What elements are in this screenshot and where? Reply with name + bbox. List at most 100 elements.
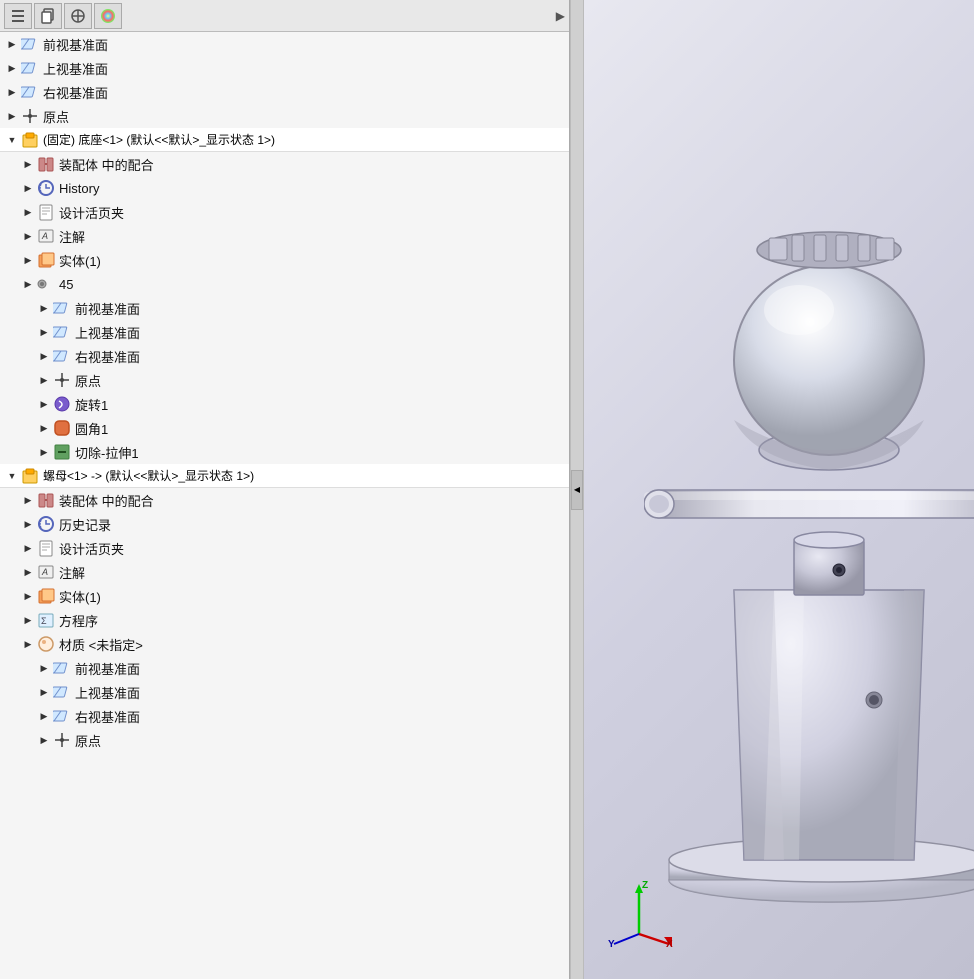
toolbar: ▶ [0, 0, 569, 32]
expand-arrow-right-plane-1[interactable]: ▶ [4, 84, 20, 100]
tree-item-design-binder-1[interactable]: ▶设计活页夹 [0, 200, 569, 224]
tree-item-cut-1[interactable]: ▶切除-拉伸1 [0, 440, 569, 464]
expand-arrow-front-plane-3[interactable]: ▶ [36, 660, 52, 676]
tree-item-annotation-2[interactable]: ▶A注解 [0, 560, 569, 584]
tree-item-front-plane-1[interactable]: ▶前视基准面 [0, 32, 569, 56]
expand-arrow-nut-component[interactable]: ▼ [4, 468, 20, 484]
expand-arrow-top-plane-2[interactable]: ▶ [36, 324, 52, 340]
tree-item-top-plane-3[interactable]: ▶ 上视基准面 [0, 680, 569, 704]
expand-arrow-equation-1[interactable]: ▶ [20, 612, 36, 628]
expand-arrow-annotation-1[interactable]: ▶ [20, 228, 36, 244]
expand-arrow-mates-2[interactable]: ▶ [20, 492, 36, 508]
solid-icon-solid-1 [36, 250, 56, 270]
material-icon-material-1 [36, 634, 56, 654]
plane-icon-right-plane-1 [20, 82, 40, 102]
tree-item-front-plane-2[interactable]: ▶前视基准面 [0, 296, 569, 320]
tree-label-material-1: 材质 <未指定> [59, 635, 565, 654]
toolbar-color-btn[interactable] [94, 3, 122, 29]
expand-arrow-num-45[interactable]: ▶ [20, 276, 36, 292]
expand-arrow-solid-2[interactable]: ▶ [20, 588, 36, 604]
expand-arrow-origin-1[interactable]: ▶ [4, 108, 20, 124]
tree-item-origin-2[interactable]: ▶原点 [0, 368, 569, 392]
solid-icon-solid-2 [36, 586, 56, 606]
expand-arrow-origin-3[interactable]: ▶ [36, 732, 52, 748]
expand-arrow-right-plane-2[interactable]: ▶ [36, 348, 52, 364]
axis-indicator: Z X Y [604, 879, 674, 949]
expand-arrow-history-1[interactable]: ▶ [20, 180, 36, 196]
tree-label-top-plane-1: 上视基准面 [43, 59, 565, 78]
tree-item-history-2[interactable]: ▶ 历史记录 [0, 512, 569, 536]
toolbar-copy-btn[interactable] [34, 3, 62, 29]
tree-label-right-plane-3: 右视基准面 [75, 707, 565, 726]
tree-item-base-component[interactable]: ▼(固定) 底座<1> (默认<<默认>_显示状态 1>) [0, 128, 569, 152]
tree-item-solid-1[interactable]: ▶实体(1) [0, 248, 569, 272]
expand-arrow-origin-2[interactable]: ▶ [36, 372, 52, 388]
tree-item-mates-1[interactable]: ▶ 装配体 中的配合 [0, 152, 569, 176]
tree-item-fillet-1[interactable]: ▶圆角1 [0, 416, 569, 440]
expand-arrow-base-component[interactable]: ▼ [4, 132, 20, 148]
feature-tree[interactable]: ▶ 前视基准面 ▶ 上视基准面 ▶ 右视基准面 ▶ 原点 ▼(固定) 底座<1> (默认<<默认… [0, 32, 569, 979]
fillet-icon-fillet-1 [52, 418, 72, 438]
expand-arrow-revolve-1[interactable]: ▶ [36, 396, 52, 412]
history-icon-history-2 [36, 514, 56, 534]
expand-arrow-front-plane-1[interactable]: ▶ [4, 36, 20, 52]
tree-item-annotation-1[interactable]: ▶A注解 [0, 224, 569, 248]
tree-item-num-45[interactable]: ▶45 [0, 272, 569, 296]
origin-icon-origin-1 [20, 106, 40, 126]
tree-item-origin-3[interactable]: ▶ 原点 [0, 728, 569, 752]
component-icon-nut-component [20, 466, 40, 486]
annotation-icon-annotation-2: A [36, 562, 56, 582]
tree-label-top-plane-3: 上视基准面 [75, 683, 565, 702]
tree-label-mates-1: 装配体 中的配合 [59, 155, 565, 174]
expand-arrow-top-plane-3[interactable]: ▶ [36, 684, 52, 700]
expand-arrow-design-binder-1[interactable]: ▶ [20, 204, 36, 220]
expand-arrow-design-binder-2[interactable]: ▶ [20, 540, 36, 556]
tree-label-front-plane-3: 前视基准面 [75, 659, 565, 678]
tree-item-origin-1[interactable]: ▶原点 [0, 104, 569, 128]
svg-text:Σ: Σ [41, 616, 47, 626]
tree-item-solid-2[interactable]: ▶实体(1) [0, 584, 569, 608]
tree-item-right-plane-2[interactable]: ▶右视基准面 [0, 344, 569, 368]
design-binder-icon-design-binder-2 [36, 538, 56, 558]
history-icon-history-1 [36, 178, 56, 198]
tree-item-front-plane-3[interactable]: ▶ 前视基准面 [0, 656, 569, 680]
tree-item-equation-1[interactable]: ▶Σ方程序 [0, 608, 569, 632]
toolbar-expand-btn[interactable]: ▶ [556, 9, 565, 23]
tree-item-material-1[interactable]: ▶ 材质 <未指定> [0, 632, 569, 656]
toolbar-target-btn[interactable] [64, 3, 92, 29]
expand-arrow-mates-1[interactable]: ▶ [20, 156, 36, 172]
expand-arrow-top-plane-1[interactable]: ▶ [4, 60, 20, 76]
expand-arrow-annotation-2[interactable]: ▶ [20, 564, 36, 580]
expand-arrow-history-2[interactable]: ▶ [20, 516, 36, 532]
tree-item-history-1[interactable]: ▶History [0, 176, 569, 200]
revolve-icon-revolve-1 [52, 394, 72, 414]
svg-text:X: X [666, 939, 673, 949]
tree-item-mates-2[interactable]: ▶装配体 中的配合 [0, 488, 569, 512]
tree-item-right-plane-1[interactable]: ▶右视基准面 [0, 80, 569, 104]
expand-arrow-cut-1[interactable]: ▶ [36, 444, 52, 460]
tree-item-nut-component[interactable]: ▼螺母<1> -> (默认<<默认>_显示状态 1>) [0, 464, 569, 488]
expand-arrow-fillet-1[interactable]: ▶ [36, 420, 52, 436]
plane-icon-right-plane-3 [52, 706, 72, 726]
tree-item-right-plane-3[interactable]: ▶ 右视基准面 [0, 704, 569, 728]
origin-icon-origin-2 [52, 370, 72, 390]
model-svg [644, 30, 974, 930]
tree-label-history-2: 历史记录 [59, 515, 565, 534]
expand-arrow-solid-1[interactable]: ▶ [20, 252, 36, 268]
viewport-3d[interactable]: Z X Y [584, 0, 974, 979]
expand-arrow-material-1[interactable]: ▶ [20, 636, 36, 652]
tree-label-origin-3: 原点 [75, 731, 565, 750]
origin-icon-origin-3 [52, 730, 72, 750]
tree-item-design-binder-2[interactable]: ▶设计活页夹 [0, 536, 569, 560]
expand-arrow-right-plane-3[interactable]: ▶ [36, 708, 52, 724]
plane-icon-front-plane-3 [52, 658, 72, 678]
expand-arrow-front-plane-2[interactable]: ▶ [36, 300, 52, 316]
plane-icon-front-plane-2 [52, 298, 72, 318]
mates-icon-mates-1 [36, 154, 56, 174]
toolbar-list-btn[interactable] [4, 3, 32, 29]
panel-collapse-handle[interactable]: ◀ [571, 470, 583, 510]
panel-divider: ◀ [570, 0, 584, 979]
tree-item-revolve-1[interactable]: ▶旋转1 [0, 392, 569, 416]
tree-item-top-plane-1[interactable]: ▶ 上视基准面 [0, 56, 569, 80]
tree-item-top-plane-2[interactable]: ▶上视基准面 [0, 320, 569, 344]
